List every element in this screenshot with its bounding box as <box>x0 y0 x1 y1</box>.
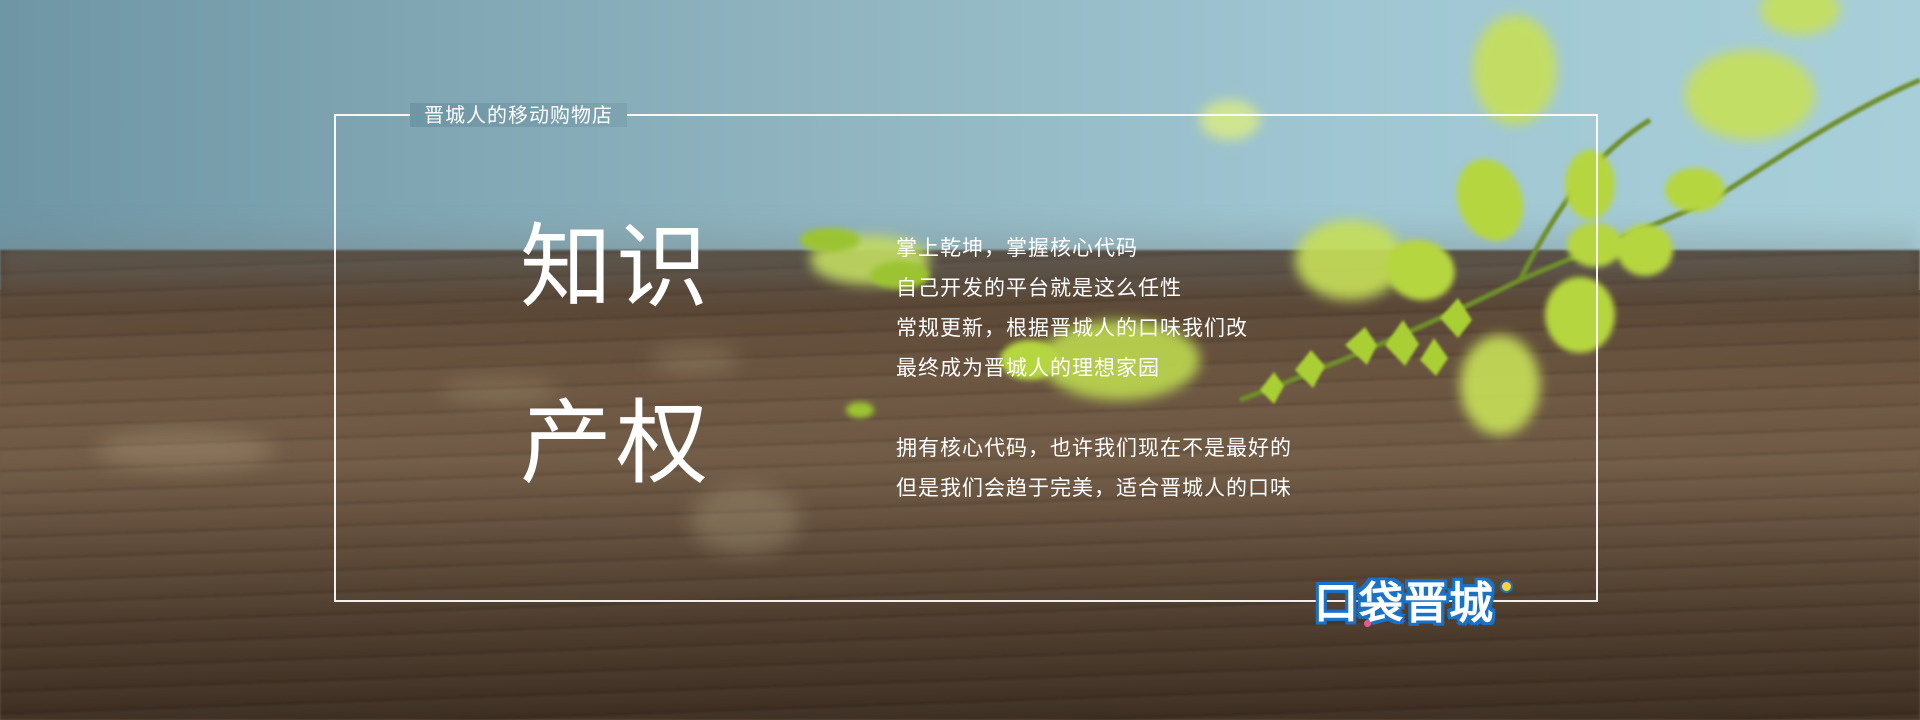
paragraph-line: 但是我们会趋于完美，适合晋城人的口味 <box>896 476 1292 500</box>
paragraph-line: 自己开发的平台就是这么任性 <box>896 276 1182 300</box>
headline-property: 产权 <box>520 390 713 497</box>
headline-knowledge: 知识 <box>520 214 713 321</box>
frame-caption: 晋城人的移动购物店 <box>410 103 627 127</box>
paragraph-line: 掌上乾坤，掌握核心代码 <box>896 236 1138 260</box>
mission-paragraph: 拥有核心代码，也许我们现在不是最好的 但是我们会趋于完美，适合晋城人的口味 <box>896 428 1292 508</box>
brand-logo[interactable]: 口袋晋城 <box>1306 576 1513 632</box>
paragraph-line: 常规更新，根据晋城人的口味我们改 <box>896 316 1248 340</box>
hero-banner: 晋城人的移动购物店 知识 产权 掌上乾坤，掌握核心代码 自己开发的平台就是这么任… <box>0 0 1920 720</box>
paragraph-line: 最终成为晋城人的理想家园 <box>896 356 1160 380</box>
logo-decor-icon <box>1500 580 1513 593</box>
logo-text: 口袋晋城 <box>1314 578 1494 629</box>
paragraph-line: 拥有核心代码，也许我们现在不是最好的 <box>896 436 1292 460</box>
logo-decor-icon <box>1364 620 1371 627</box>
intro-paragraph: 掌上乾坤，掌握核心代码 自己开发的平台就是这么任性 常规更新，根据晋城人的口味我… <box>896 228 1248 388</box>
